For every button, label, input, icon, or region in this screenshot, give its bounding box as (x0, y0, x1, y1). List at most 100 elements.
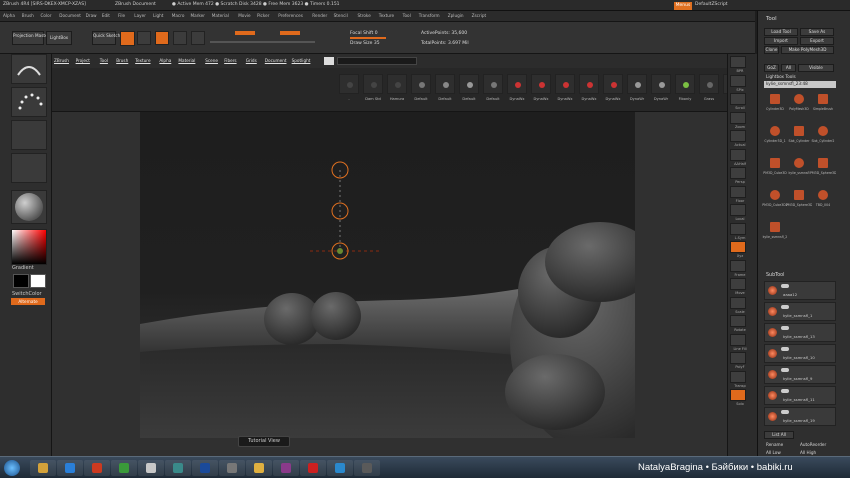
menu-item-stroke[interactable]: Stroke (357, 13, 370, 18)
tool-thumbnail[interactable]: Cylinder3D_1 (764, 122, 786, 152)
taskbar-app-6-icon[interactable] (192, 460, 218, 476)
subtool-row[interactable]: kylie_ssmnsfl_13 (764, 323, 836, 342)
brush-thumbnail-15[interactable]: Grass (699, 74, 719, 108)
subpalette-brush[interactable]: Brush (116, 58, 128, 63)
menu-item-brush[interactable]: Brush (22, 13, 34, 18)
menu-item-stencil[interactable]: Stencil (334, 13, 348, 18)
shelf-rotate-button[interactable]: Rotate (730, 315, 746, 332)
menu-item-zplugin[interactable]: Zplugin (448, 13, 464, 18)
move-icon[interactable] (155, 31, 169, 45)
menu-item-light[interactable]: Light (153, 13, 163, 18)
shelf-polyf-button[interactable]: PolyF (730, 352, 746, 369)
rgb-zadd-sliders[interactable] (210, 30, 320, 48)
gradient-label[interactable]: Gradient (12, 265, 34, 271)
subpalette-texture[interactable]: Texture (135, 58, 150, 63)
subtool-row[interactable]: kylie_ssmnsfl_9 (764, 365, 836, 384)
brush-thumbnail-3[interactable]: Default (411, 74, 431, 108)
menu-item-tool[interactable]: Tool (403, 13, 411, 18)
tool-thumbnail[interactable]: PolyMesh3D (788, 90, 810, 120)
tutorial-view-button[interactable]: Tutorial View (238, 436, 290, 447)
subtool-visibility-toggle[interactable] (781, 326, 789, 330)
shelf-l-sym-button[interactable]: L.Sym (730, 222, 746, 240)
menu-item-render[interactable]: Render (312, 13, 327, 18)
subpalette-scene[interactable]: Scene (205, 58, 218, 63)
export-button[interactable]: Export (800, 37, 834, 45)
shelf-persp-button[interactable]: Persp (730, 167, 746, 184)
brush-thumbnail-7[interactable]: DynaWx (507, 74, 527, 108)
draw-size-slider[interactable]: Draw Size 35 (350, 41, 380, 46)
taskbar-app-11-icon[interactable] (327, 460, 353, 476)
focal-shift-slider[interactable]: Focal Shift 0 (350, 31, 378, 36)
color-picker[interactable] (11, 229, 47, 265)
subtool-row[interactable]: kylie_ssmnsfl_19 (764, 407, 836, 426)
shelf-floor-button[interactable]: Floor (730, 185, 746, 203)
alternate-button[interactable]: Alternate (11, 298, 45, 305)
quick-sketch-button[interactable]: Quick Sketch (92, 31, 120, 45)
lightbox-button[interactable]: LightBox (46, 31, 72, 45)
subpalette-alpha[interactable]: Alpha (159, 58, 171, 63)
shelf-move-button[interactable]: Move (730, 278, 746, 295)
alpha-thumbnail[interactable] (11, 120, 47, 150)
subpalette-project[interactable]: Project (76, 58, 90, 63)
shelf-zoom-button[interactable]: Zoom (730, 111, 746, 129)
tool-thumbnail[interactable]: TBD_004 (812, 186, 834, 216)
menu-item-layer[interactable]: Layer (134, 13, 146, 18)
menu-item-preferences[interactable]: Preferences (278, 13, 303, 18)
brush-thumbnail-14[interactable]: Fibonly (675, 74, 695, 108)
subtool-visibility-toggle[interactable] (781, 305, 789, 309)
subpalette-grids[interactable]: Grids (246, 58, 257, 63)
import-button[interactable]: Import (764, 37, 798, 45)
subtool-header[interactable]: SubTool (766, 273, 784, 278)
subpalette-tool[interactable]: Tool (100, 58, 108, 63)
switch-color-button[interactable]: SwitchColor (12, 291, 42, 297)
brush-thumbnail-9[interactable]: DynaWx (555, 74, 575, 108)
brush-thumbnail[interactable] (11, 54, 47, 84)
brush-thumbnail-13[interactable]: DynaWr (651, 74, 671, 108)
tool-thumbnail[interactable]: kylie_ssmnsfl_2 (763, 218, 787, 248)
shelf-frame-button[interactable]: Frame (730, 259, 746, 277)
menu-item-macro[interactable]: Macro (172, 13, 185, 18)
draw-icon[interactable] (137, 31, 151, 45)
rotate-icon[interactable] (191, 31, 205, 45)
tool-palette-title[interactable]: Tool (766, 16, 777, 22)
tool-thumbnail[interactable]: PM3D_Sphere3D2 (786, 186, 812, 216)
brush-thumbnail-0[interactable]: - (339, 74, 359, 108)
brush-thumbnail-12[interactable]: DynaWr (627, 74, 647, 108)
taskbar-app-2-icon[interactable] (84, 460, 110, 476)
brush-thumbnail-8[interactable]: DynaWx (531, 74, 551, 108)
taskbar-app-3-icon[interactable] (111, 460, 137, 476)
default-script[interactable]: DefaultZScript (695, 2, 728, 7)
shelf-line-fill-button[interactable]: Line Fill (730, 333, 747, 351)
current-tool-field[interactable]: kylie_ssmnsfl_23:48 (764, 81, 836, 88)
tool-thumbnail[interactable]: SimpleBrush (812, 90, 834, 120)
menu-item-alpha[interactable]: Alpha (3, 13, 15, 18)
taskbar-app-8-icon[interactable] (246, 460, 272, 476)
save-as-button[interactable]: Save As (800, 28, 834, 36)
shelf-local-button[interactable]: Local (730, 204, 746, 221)
subtool-row[interactable]: kylie_ssmnsfl_11 (764, 386, 836, 405)
tool-thumbnail[interactable]: Slot_Cylinder (788, 122, 810, 152)
taskbar-app-5-icon[interactable] (165, 460, 191, 476)
shelf-spix-button[interactable]: SPix (730, 74, 746, 92)
auto-reorder-button[interactable]: AutoReorder (800, 442, 826, 447)
taskbar-app-9-icon[interactable] (273, 460, 299, 476)
shelf-transp-button[interactable]: Transp (730, 370, 746, 388)
lightbox-tools-label[interactable]: Lightbox Tools (766, 74, 796, 79)
all-high-button[interactable]: All High (800, 450, 816, 455)
brush-thumbnail-2[interactable]: Hamura (387, 74, 407, 108)
search-field[interactable] (337, 57, 417, 65)
taskbar-app-4-icon[interactable] (138, 460, 164, 476)
menu-item-marker[interactable]: Marker (191, 13, 205, 18)
subtool-visibility-toggle[interactable] (781, 410, 789, 414)
subpalette-material[interactable]: Material (178, 58, 195, 63)
menu-item-texture[interactable]: Texture (379, 13, 394, 18)
menu-item-material[interactable]: Material (212, 13, 229, 18)
menu-item-document[interactable]: Document (59, 13, 81, 18)
shelf-scroll-button[interactable]: Scroll (730, 93, 746, 110)
subtool-row[interactable]: aaaa12 (764, 281, 836, 300)
projection-master-button[interactable]: Projection Master (12, 31, 49, 45)
subtool-visibility-toggle[interactable] (781, 284, 789, 288)
menu-item-picker[interactable]: Picker (257, 13, 269, 18)
brush-thumbnail-10[interactable]: DynaWx (579, 74, 599, 108)
brush-thumbnail-5[interactable]: Default (459, 74, 479, 108)
